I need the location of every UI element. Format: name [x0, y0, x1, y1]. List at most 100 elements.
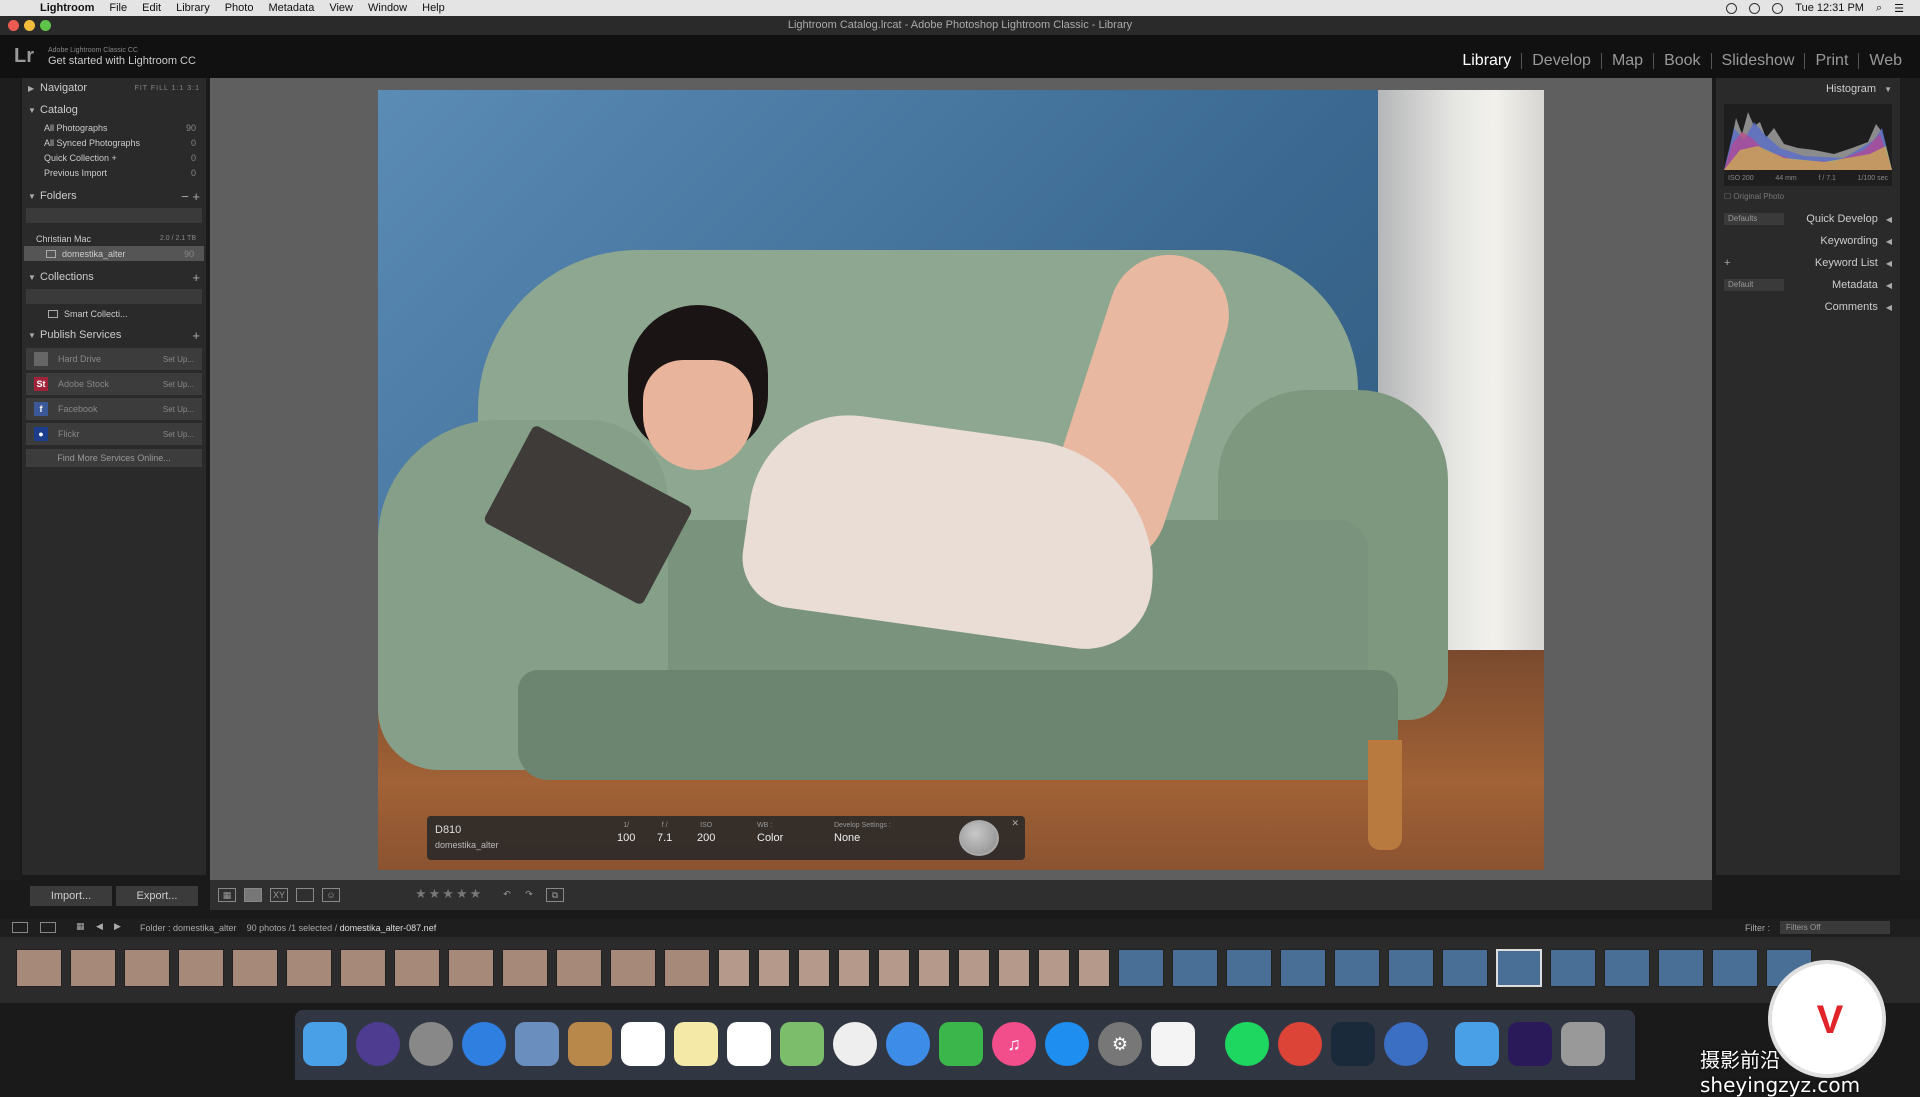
record-icon[interactable]	[1726, 2, 1738, 14]
filmstrip-thumbnail[interactable]	[1442, 949, 1488, 987]
people-view-icon[interactable]: ☺	[322, 888, 340, 902]
service-setup-link[interactable]: Set Up...	[163, 355, 194, 364]
module-library[interactable]: Library	[1452, 53, 1521, 69]
add-publish-service-icon[interactable]: +	[192, 328, 200, 343]
filmstrip-thumbnail[interactable]	[1078, 949, 1110, 987]
menu-window[interactable]: Window	[368, 2, 407, 14]
filmstrip-thumbnail[interactable]	[232, 949, 278, 987]
quick-develop-preset-select[interactable]: Defaults	[1724, 213, 1784, 225]
catalog-previous-import[interactable]: Previous Import 0	[22, 165, 206, 180]
menu-lightroom[interactable]: Lightroom	[40, 2, 94, 14]
histogram-header[interactable]: Histogram ▼	[1716, 78, 1900, 100]
loupe-view-icon[interactable]	[244, 888, 262, 902]
lightroom-dock-icon[interactable]	[1331, 1022, 1375, 1066]
filmstrip-thumbnail[interactable]	[838, 949, 870, 987]
filter-select[interactable]: Filters Off	[1780, 921, 1890, 934]
filmstrip-thumbnail[interactable]	[1712, 949, 1758, 987]
filmstrip-thumbnail[interactable]	[1038, 949, 1070, 987]
metadata-preset-select[interactable]: Default	[1724, 279, 1784, 291]
service-setup-link[interactable]: Set Up...	[163, 380, 194, 389]
add-collection-icon[interactable]: +	[192, 270, 200, 285]
module-develop[interactable]: Develop	[1521, 53, 1601, 69]
folders-header[interactable]: ▼ Folders − +	[22, 186, 206, 206]
filmstrip-thumbnail[interactable]	[758, 949, 790, 987]
close-overlay-icon[interactable]: ✕	[1011, 818, 1019, 829]
navigator-zoom-options[interactable]: FIT FILL 1:1 3:1	[135, 85, 200, 92]
find-more-services-button[interactable]: Find More Services Online...	[26, 449, 202, 467]
filmstrip-thumbnail[interactable]	[502, 949, 548, 987]
messages-icon[interactable]	[886, 1022, 930, 1066]
main-window-icon[interactable]	[12, 922, 28, 933]
rotate-left-icon[interactable]: ↶	[498, 888, 516, 902]
grid-view-icon[interactable]: ▦	[218, 888, 236, 902]
app-store-icon[interactable]	[1045, 1022, 1089, 1066]
trash-icon[interactable]	[1561, 1022, 1605, 1066]
chrome-icon[interactable]	[1278, 1022, 1322, 1066]
get-started-link[interactable]: Get started with Lightroom CC	[48, 55, 196, 67]
forward-arrow-icon[interactable]: ▶	[114, 921, 121, 932]
filmstrip-thumbnail[interactable]	[1604, 949, 1650, 987]
mail-icon[interactable]	[515, 1022, 559, 1066]
photos-icon[interactable]	[833, 1022, 877, 1066]
filmstrip-thumbnail[interactable]	[394, 949, 440, 987]
filmstrip-thumbnail[interactable]	[664, 949, 710, 987]
filmstrip-thumbnail[interactable]	[718, 949, 750, 987]
module-map[interactable]: Map	[1600, 53, 1653, 69]
module-book[interactable]: Book	[1653, 53, 1710, 69]
zoom-window-button[interactable]	[40, 20, 51, 31]
rating-stars[interactable]: ★★★★★	[415, 886, 483, 902]
filmstrip-thumbnail[interactable]	[1496, 949, 1542, 987]
comments-header[interactable]: Comments ◀	[1716, 296, 1900, 318]
filmstrip-thumbnail[interactable]	[1226, 949, 1272, 987]
system-preferences-icon[interactable]: ⚙	[1098, 1022, 1142, 1066]
notes-icon[interactable]	[674, 1022, 718, 1066]
itunes-icon[interactable]: ♫	[992, 1022, 1036, 1066]
grid-icon[interactable]: ▦	[76, 921, 85, 932]
collections-header[interactable]: ▼ Collections +	[22, 267, 206, 287]
main-photo[interactable]	[378, 90, 1544, 870]
filmstrip-thumbnail[interactable]	[556, 949, 602, 987]
back-arrow-icon[interactable]: ◀	[96, 921, 103, 932]
module-web[interactable]: Web	[1858, 53, 1912, 69]
calendar-icon[interactable]	[621, 1022, 665, 1066]
metadata-header[interactable]: Default Metadata ◀	[1716, 274, 1900, 296]
catalog-all-photographs[interactable]: All Photographs 90	[22, 120, 206, 135]
crop-overlay-icon[interactable]: ⧉	[546, 888, 564, 902]
volume-row[interactable]: Christian Mac 2.0 / 2.1 TB	[22, 231, 206, 246]
filmstrip-thumbnail[interactable]	[70, 949, 116, 987]
contacts-icon[interactable]	[568, 1022, 612, 1066]
siri-icon[interactable]	[356, 1022, 400, 1066]
compare-view-icon[interactable]: XY	[270, 888, 288, 902]
filmstrip-thumbnail[interactable]	[998, 949, 1030, 987]
module-print[interactable]: Print	[1804, 53, 1858, 69]
catalog-quick-collection[interactable]: Quick Collection + 0	[22, 150, 206, 165]
menu-file[interactable]: File	[109, 2, 127, 14]
filmstrip-source-path[interactable]: Folder : domestika_alter 90 photos /1 se…	[140, 923, 436, 933]
export-button[interactable]: Export...	[116, 886, 198, 906]
survey-view-icon[interactable]	[296, 888, 314, 902]
safari-icon[interactable]	[462, 1022, 506, 1066]
secondary-window-icon[interactable]	[40, 922, 56, 933]
filmstrip-thumbnail[interactable]	[286, 949, 332, 987]
collection-filter-field[interactable]	[26, 289, 202, 304]
folder-domestika-alter[interactable]: domestika_alter 90	[24, 246, 204, 261]
filmstrip-thumbnail[interactable]	[610, 949, 656, 987]
filmstrip-thumbnail[interactable]	[448, 949, 494, 987]
clock[interactable]: Tue 12:31 PM	[1795, 2, 1864, 14]
service-setup-link[interactable]: Set Up...	[163, 405, 194, 414]
keyword-list-header[interactable]: + Keyword List ◀	[1716, 252, 1900, 274]
sublime-icon[interactable]	[1151, 1022, 1195, 1066]
menu-edit[interactable]: Edit	[142, 2, 161, 14]
creative-cloud-icon[interactable]	[1749, 2, 1761, 14]
menu-help[interactable]: Help	[422, 2, 445, 14]
menu-library[interactable]: Library	[176, 2, 210, 14]
menu-photo[interactable]: Photo	[225, 2, 254, 14]
notification-center-icon[interactable]: ☰	[1894, 2, 1904, 15]
filmstrip-thumbnail[interactable]	[1118, 949, 1164, 987]
after-effects-icon[interactable]	[1508, 1022, 1552, 1066]
filmstrip-thumbnail[interactable]	[1550, 949, 1596, 987]
filmstrip-thumbnail[interactable]	[958, 949, 990, 987]
keywording-header[interactable]: Keywording ◀	[1716, 230, 1900, 252]
service-facebook[interactable]: f Facebook Set Up...	[26, 398, 202, 420]
filmstrip-thumbnail[interactable]	[798, 949, 830, 987]
